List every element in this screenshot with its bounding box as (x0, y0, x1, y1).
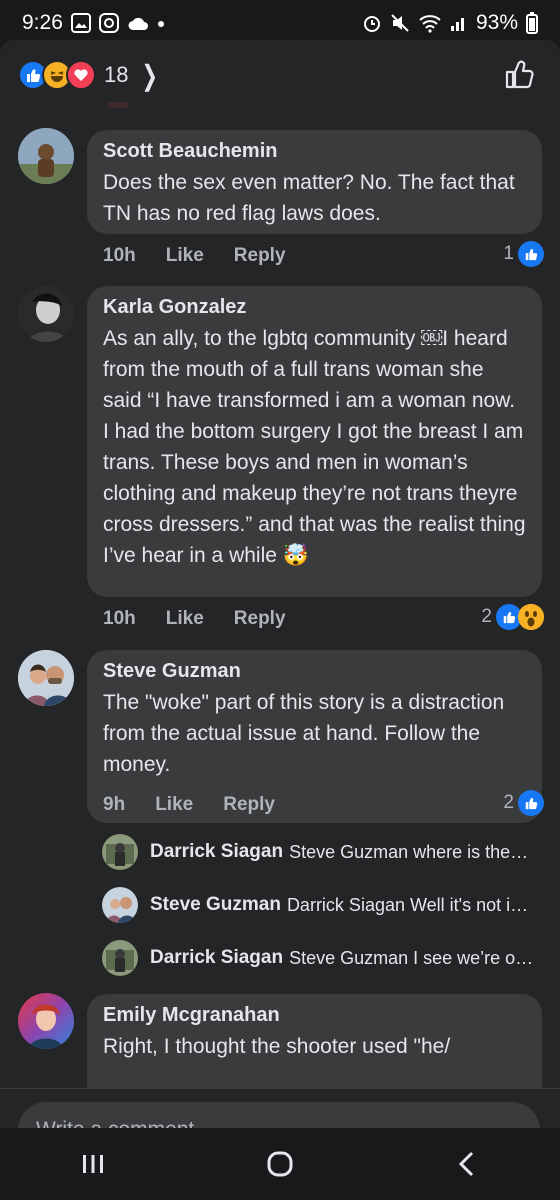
reaction-count: 2 (503, 792, 514, 813)
system-navigation-bar (0, 1128, 560, 1200)
reply-button[interactable]: Reply (223, 794, 275, 816)
avatar[interactable] (18, 650, 74, 706)
reply-author: Darrick Siagan (150, 841, 284, 862)
battery-icon (526, 12, 538, 34)
wow-reaction-icon (518, 604, 544, 630)
like-post-button[interactable] (504, 58, 536, 95)
home-icon (267, 1151, 293, 1177)
like-reaction-icon (518, 790, 544, 816)
recent-apps-icon (83, 1155, 104, 1173)
instagram-notification-icon (98, 13, 119, 33)
like-button[interactable]: Like (166, 245, 204, 267)
recent-apps-button[interactable] (63, 1139, 123, 1189)
wifi-icon (419, 15, 441, 33)
comment-bubble[interactable]: Scott Beauchemin Does the sex even matte… (87, 130, 542, 234)
like-reaction-icon (518, 241, 544, 267)
reaction-count: 2 (481, 606, 492, 627)
reply-text: Darrick Siagan Well it's not i… (286, 894, 529, 915)
comment-reaction-count[interactable]: 2 (503, 790, 544, 816)
comment-author[interactable]: Emily Mcgranahan (103, 1004, 526, 1027)
avatar[interactable] (18, 286, 74, 342)
comment-composer (0, 1088, 560, 1128)
comment-text: As an ally, to the lgbtq community ￼I he… (103, 327, 526, 567)
battery-level: 93% (475, 11, 518, 34)
back-button[interactable] (437, 1139, 497, 1189)
comment-author[interactable]: Karla Gonzalez (103, 296, 526, 319)
chevron-right-icon: ❯ (142, 59, 159, 91)
avatar[interactable] (18, 128, 74, 184)
reply-button[interactable]: Reply (234, 245, 286, 267)
mute-icon (391, 14, 409, 32)
more-notifications-dot-icon: ● (156, 15, 166, 31)
comment-time[interactable]: 9h (103, 794, 125, 816)
comment-author[interactable]: Scott Beauchemin (103, 140, 526, 163)
comment-actions: 10h Like Reply (103, 245, 286, 267)
clock: 9:26 (22, 11, 63, 34)
love-reaction-icon (66, 60, 96, 90)
scroll-fragment (108, 102, 128, 108)
comment-time[interactable]: 10h (103, 608, 136, 630)
reply-text: Steve Guzman where is the… (289, 841, 529, 862)
reaction-icons (18, 60, 96, 90)
reaction-count: 18 (104, 62, 129, 87)
comment-time[interactable]: 10h (103, 245, 136, 267)
thumbs-up-outline-icon (505, 60, 534, 89)
reply-preview[interactable]: Darrick Siagan Steve Guzman I see we’re … (102, 938, 542, 978)
comments-sheet: 18 ❯ Scott Beauchemin Does the sex even … (0, 40, 560, 1128)
reply-text: Steve Guzman I see we’re o… (289, 947, 534, 968)
comment-actions: 10h Like Reply (103, 608, 286, 630)
comment-reaction-count[interactable]: 2 (481, 604, 544, 630)
alarm-icon (363, 16, 380, 32)
reply-preview[interactable]: Darrick Siagan Steve Guzman where is the… (102, 832, 542, 872)
comment-actions: 9h Like Reply (103, 794, 275, 816)
reply-preview[interactable]: Steve Guzman Darrick Siagan Well it's no… (102, 885, 542, 925)
avatar[interactable] (18, 993, 74, 1049)
like-button[interactable]: Like (155, 794, 193, 816)
comment-text: The "woke" part of this story is a distr… (103, 691, 505, 776)
gallery-notification-icon (70, 13, 91, 33)
reply-author: Darrick Siagan (150, 947, 284, 968)
avatar (102, 940, 138, 976)
signal-icon (450, 18, 464, 31)
comment-text: Does the sex even matter? No. The fact t… (103, 171, 515, 225)
comment-text: Right, I thought the shooter used "he/ (103, 1035, 451, 1058)
reply-button[interactable]: Reply (234, 608, 286, 630)
avatar (102, 887, 138, 923)
reaction-count: 1 (503, 243, 514, 264)
reply-author: Steve Guzman (150, 894, 281, 915)
reactions-summary[interactable]: 18 ❯ (0, 40, 560, 110)
write-comment-input[interactable] (18, 1102, 540, 1128)
comment-bubble[interactable]: Karla Gonzalez As an ally, to the lgbtq … (87, 286, 542, 597)
avatar (102, 834, 138, 870)
home-button[interactable] (250, 1139, 310, 1189)
cloud-notification-icon (128, 17, 148, 30)
like-button[interactable]: Like (166, 608, 204, 630)
comment-author[interactable]: Steve Guzman (103, 660, 526, 683)
comment-reaction-count[interactable]: 1 (503, 241, 544, 267)
back-icon (458, 1151, 473, 1177)
